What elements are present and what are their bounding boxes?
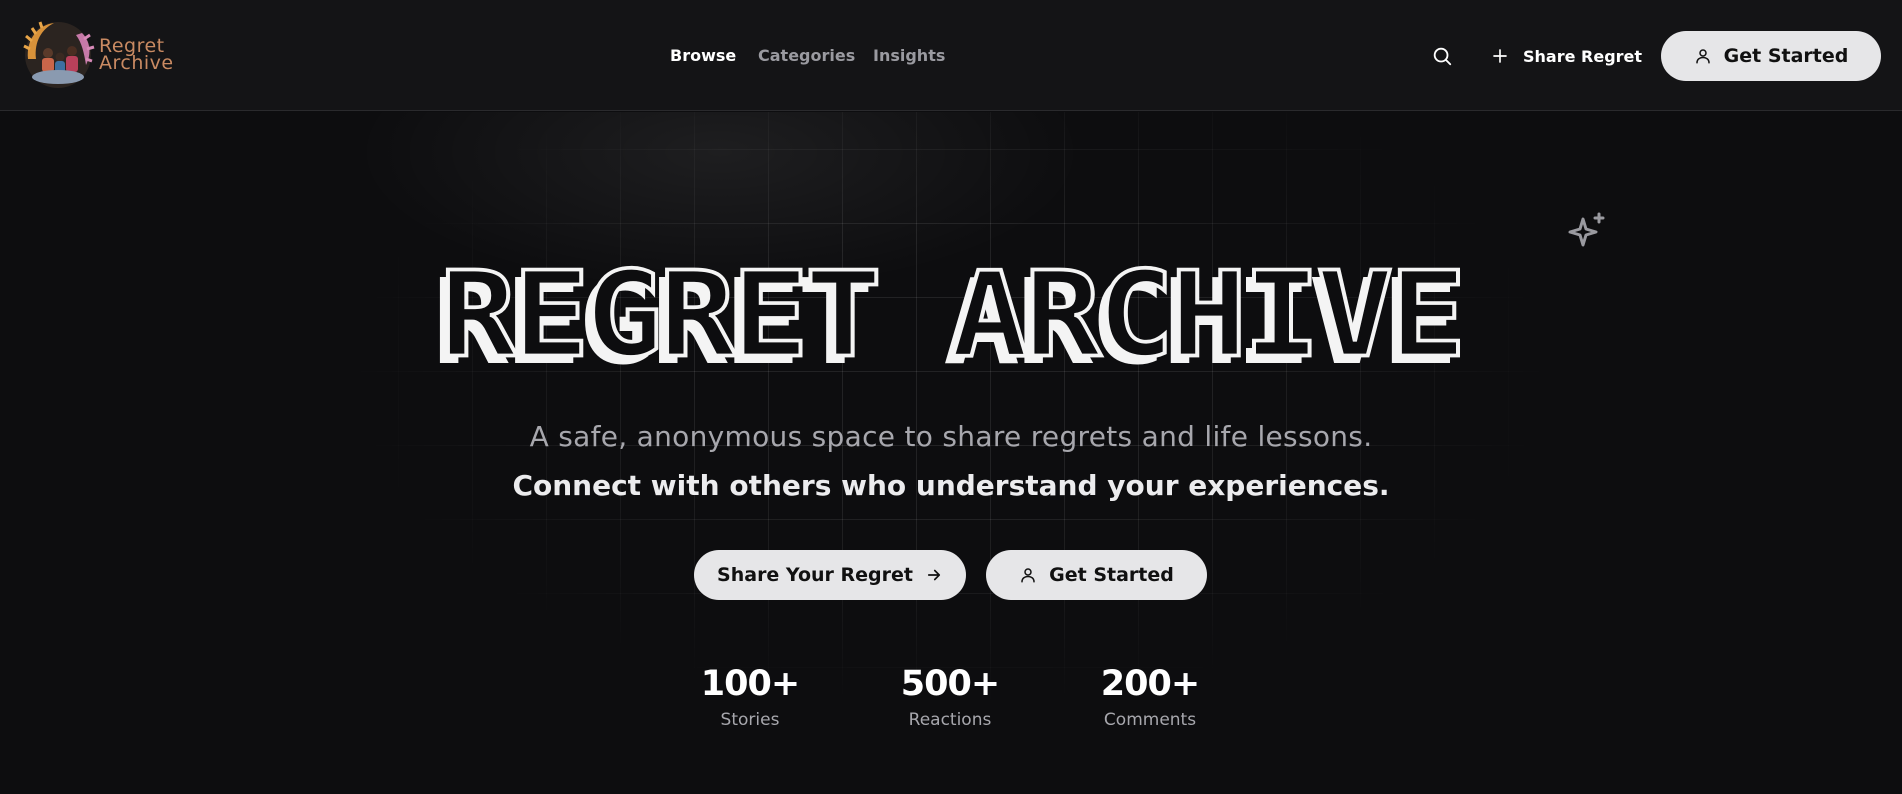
logo-text-line2: Archive [99, 52, 174, 74]
stat-value: 100+ [700, 664, 800, 704]
nav-item-browse[interactable]: Browse [670, 46, 736, 65]
get-started-label: Get Started [1049, 564, 1174, 586]
stat-label: Reactions [908, 710, 992, 730]
nav-item-categories[interactable]: Categories [758, 46, 855, 65]
stat-comments: 200+ Comments [1070, 664, 1230, 730]
stat-label: Comments [1103, 710, 1197, 730]
search-button[interactable] [1431, 45, 1453, 67]
hero-title: REGRET ARCHIVE [438, 247, 1469, 385]
user-icon [1695, 49, 1710, 64]
share-your-regret-label: Share Your Regret [717, 564, 913, 586]
logo-text[interactable]: Regret Archive [99, 37, 174, 74]
arrow-right-icon [927, 569, 941, 581]
sparkle-icon [1568, 212, 1605, 247]
stat-value: 500+ [900, 664, 1000, 704]
share-your-regret-button[interactable]: Share Your Regret [694, 550, 966, 600]
stat-stories: 100+ Stories [670, 664, 830, 730]
search-icon [1433, 47, 1452, 66]
logo-image[interactable] [20, 19, 96, 91]
hero-subtitle-bold: Connect with others who understand your … [512, 469, 1390, 502]
nav-item-insights[interactable]: Insights [873, 46, 945, 65]
stat-label: Stories [720, 710, 780, 730]
user-icon [1021, 568, 1035, 583]
share-regret-button[interactable]: Share Regret [1491, 43, 1642, 69]
get-started-button-hero[interactable]: Get Started [986, 550, 1207, 600]
hero-subtitle: A safe, anonymous space to share regrets… [529, 420, 1373, 453]
get-started-label: Get Started [1723, 45, 1849, 67]
plus-icon [1493, 49, 1507, 63]
header: Regret Archive Browse Categories Insight… [0, 0, 1902, 111]
hero-section: REGRET ARCHIVE A safe, anonymous space t… [0, 112, 1902, 794]
stat-reactions: 500+ Reactions [870, 664, 1030, 730]
stat-value: 200+ [1100, 664, 1200, 704]
share-regret-label: Share Regret [1523, 46, 1643, 66]
get-started-button-header[interactable]: Get Started [1661, 31, 1881, 81]
